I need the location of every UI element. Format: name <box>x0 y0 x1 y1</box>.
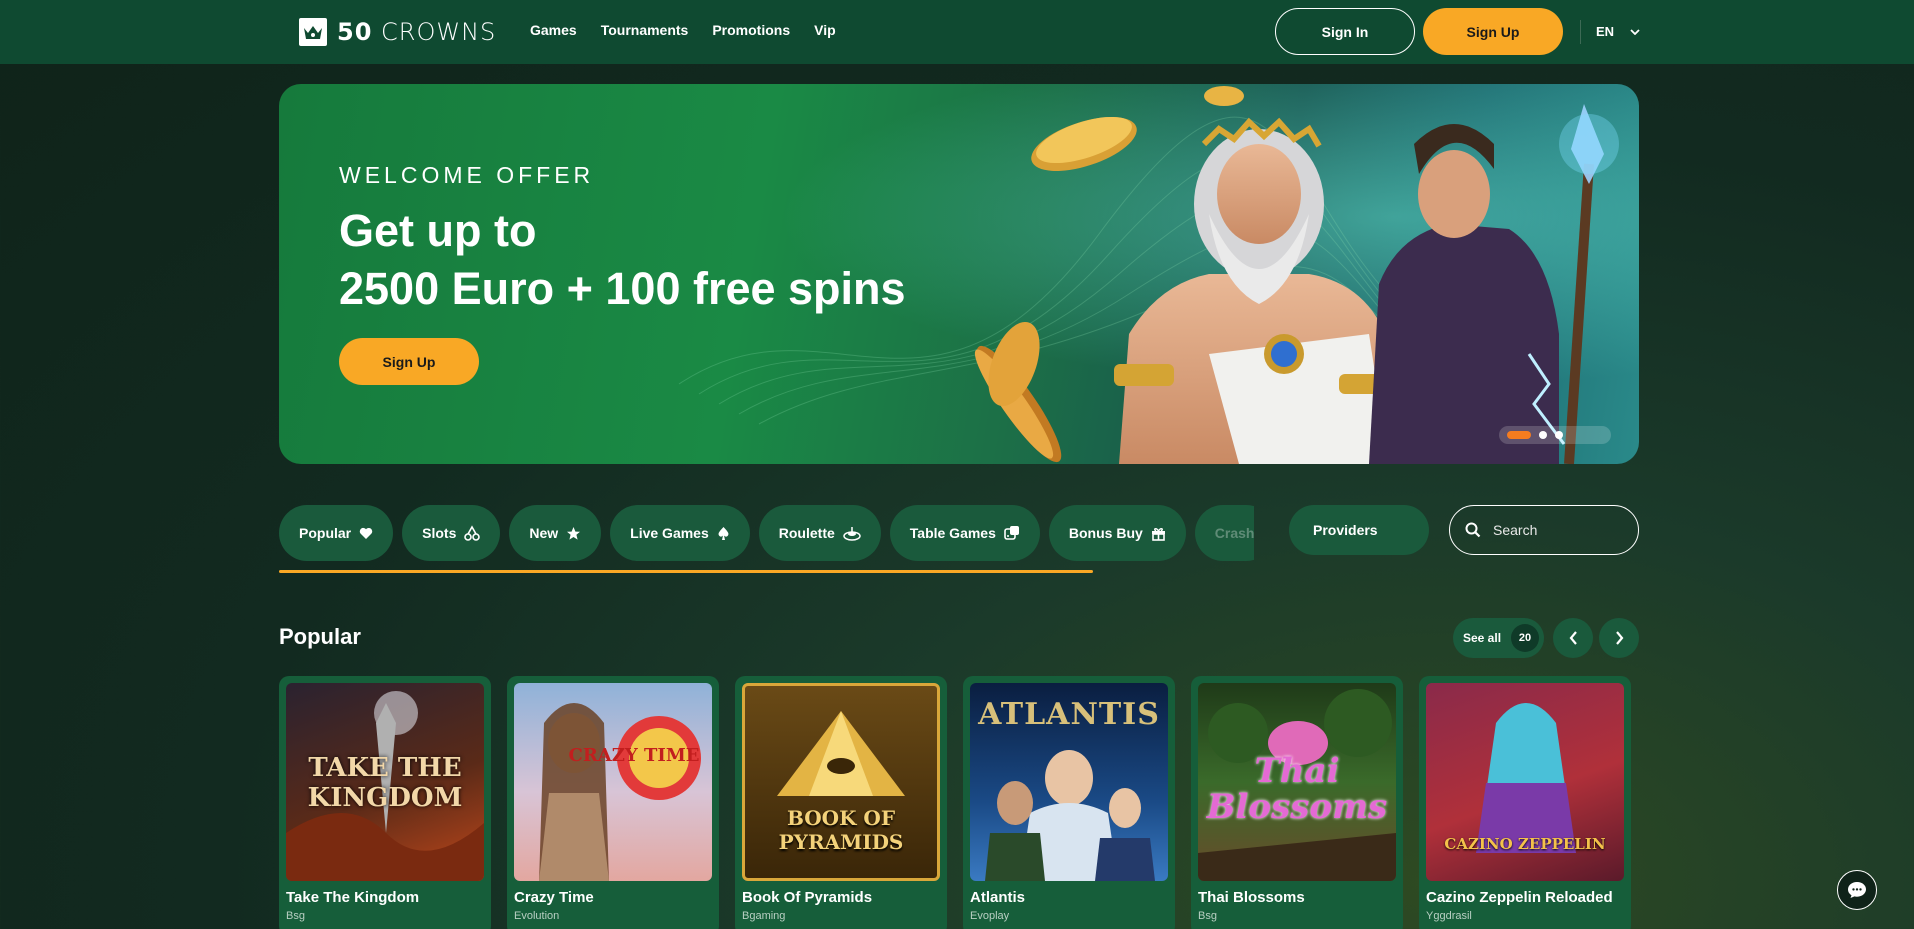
category-label: Crash <box>1214 525 1254 541</box>
banner-title-line2: 2500 Euro + 100 free spins <box>339 263 906 314</box>
game-card[interactable]: CRAZY TIME Crazy Time Evolution <box>507 676 719 929</box>
top-header: 50 CROWNS Games Tournaments Promotions V… <box>0 0 1914 64</box>
banner-kicker: WELCOME OFFER <box>339 162 595 188</box>
sign-up-button[interactable]: Sign Up <box>1423 8 1563 55</box>
gift-icon <box>1151 527 1165 541</box>
section-title-popular: Popular <box>279 624 361 649</box>
carousel-dot-2[interactable] <box>1539 431 1547 439</box>
language-label: EN <box>1596 24 1615 39</box>
game-thumbnail: BOOK OF PYRAMIDS <box>742 683 940 881</box>
game-art-title: BOOK OF PYRAMIDS <box>778 806 904 854</box>
banner-title-line1: Get up to <box>339 205 537 256</box>
category-tabs: Popular Slots New Live Games Roulette Ta… <box>279 505 1254 561</box>
game-card[interactable]: TAKE THE KINGDOM Take The Kingdom Bsg <box>279 676 491 929</box>
game-thumbnail: CAZINO ZEPPELIN <box>1426 683 1624 881</box>
category-roulette[interactable]: Roulette <box>758 505 881 561</box>
spade-icon <box>718 526 729 540</box>
game-art-title: CRAZY TIME <box>568 745 700 766</box>
crown-logo-icon <box>299 18 327 46</box>
game-provider: Bgaming <box>742 910 786 922</box>
star-icon <box>567 526 581 540</box>
see-all-button[interactable]: See all 20 <box>1453 618 1544 658</box>
language-selector[interactable]: EN <box>1596 24 1640 39</box>
game-provider: Bsg <box>286 910 305 922</box>
nav-tournaments[interactable]: Tournaments <box>601 22 689 38</box>
category-live-games[interactable]: Live Games <box>610 505 750 561</box>
chevron-left-icon <box>1569 631 1577 645</box>
nav-promotions[interactable]: Promotions <box>712 22 790 38</box>
search-icon <box>1465 522 1481 538</box>
category-new[interactable]: New <box>509 505 602 561</box>
game-name: Cazino Zeppelin Reloaded <box>1426 889 1613 906</box>
game-name: Thai Blossoms <box>1198 889 1305 906</box>
game-art-title: CAZINO ZEPPELIN <box>1444 835 1606 853</box>
category-label: New <box>529 525 559 541</box>
carousel-dots <box>1499 426 1611 444</box>
game-art-title: Thai Blossoms <box>1206 751 1388 827</box>
category-label: Slots <box>422 525 457 541</box>
game-name: Take The Kingdom <box>286 889 420 906</box>
site-logo[interactable]: 50 CROWNS <box>299 18 496 46</box>
category-label: Roulette <box>778 525 835 541</box>
game-card[interactable]: CAZINO ZEPPELIN Cazino Zeppelin Reloaded… <box>1419 676 1631 929</box>
game-thumbnail: ATLANTIS <box>970 683 1168 881</box>
game-name: Crazy Time <box>514 889 594 906</box>
providers-label: Providers <box>1313 522 1378 538</box>
logo-text: 50 CROWNS <box>337 18 497 46</box>
game-provider: Yggdrasil <box>1426 910 1472 922</box>
game-card[interactable]: BOOK OF PYRAMIDS Book Of Pyramids Bgamin… <box>735 676 947 929</box>
heart-icon <box>359 527 373 539</box>
welcome-banner[interactable]: WELCOME OFFER Get up to 2500 Euro + 100 … <box>279 84 1639 464</box>
category-slots[interactable]: Slots <box>402 505 501 561</box>
search-input[interactable] <box>1493 522 1623 538</box>
category-label: Live Games <box>630 525 709 541</box>
search-box[interactable] <box>1449 505 1639 555</box>
category-label: Table Games <box>909 525 996 541</box>
banner-title: Get up to 2500 Euro + 100 free spins <box>339 202 906 318</box>
games-count-badge: 20 <box>1511 624 1540 652</box>
chat-bubble-icon <box>1848 882 1866 898</box>
game-art-title: TAKE THE KINGDOM <box>307 753 463 813</box>
game-thumbnail: TAKE THE KINGDOM <box>286 683 484 881</box>
category-crash[interactable]: Crash <box>1194 505 1254 561</box>
chat-button[interactable] <box>1837 870 1877 910</box>
game-provider: Evolution <box>514 910 560 922</box>
popular-games-list: TAKE THE KINGDOM Take The Kingdom Bsg CR… <box>279 676 1631 929</box>
category-popular[interactable]: Popular <box>279 505 394 561</box>
category-label: Popular <box>299 525 352 541</box>
carousel-dot-3[interactable] <box>1555 431 1563 439</box>
cherries-icon <box>464 525 481 541</box>
sign-in-button[interactable]: Sign In <box>1275 8 1415 55</box>
see-all-label: See all <box>1463 631 1502 645</box>
game-thumbnail: Thai Blossoms <box>1198 683 1396 881</box>
game-name: Atlantis <box>970 889 1026 906</box>
chevron-right-icon <box>1615 631 1623 645</box>
main-nav: Games Tournaments Promotions Vip <box>530 22 836 38</box>
game-card[interactable]: Thai Blossoms Thai Blossoms Bsg <box>1191 676 1403 929</box>
game-card[interactable]: ATLANTIS Atlantis Evoplay <box>963 676 1175 929</box>
game-provider: Evoplay <box>970 910 1010 922</box>
roulette-icon <box>843 526 861 541</box>
prev-arrow-button[interactable] <box>1553 618 1593 658</box>
header-divider <box>1580 20 1581 44</box>
nav-games[interactable]: Games <box>530 22 577 38</box>
category-bonus-buy[interactable]: Bonus Buy <box>1048 505 1186 561</box>
category-label: Bonus Buy <box>1068 525 1143 541</box>
game-provider: Bsg <box>1198 910 1217 922</box>
chevron-down-icon <box>1630 28 1640 35</box>
game-art-title: ATLANTIS <box>978 697 1160 732</box>
category-scroll-indicator <box>279 570 1093 573</box>
banner-sign-up-button[interactable]: Sign Up <box>339 338 479 385</box>
next-arrow-button[interactable] <box>1599 618 1639 658</box>
dice-icon <box>1004 526 1019 540</box>
game-thumbnail: CRAZY TIME <box>514 683 712 881</box>
game-name: Book Of Pyramids <box>742 889 873 906</box>
providers-dropdown[interactable]: Providers <box>1289 505 1429 555</box>
carousel-dot-1[interactable] <box>1507 431 1531 439</box>
nav-vip[interactable]: Vip <box>814 22 836 38</box>
category-table-games[interactable]: Table Games <box>889 505 1040 561</box>
